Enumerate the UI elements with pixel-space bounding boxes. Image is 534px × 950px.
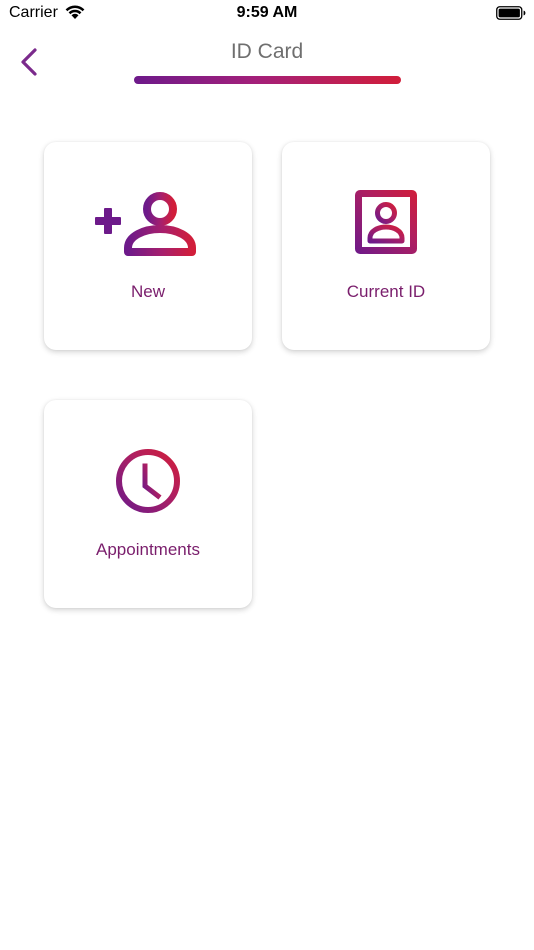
tile-new[interactable]: New xyxy=(44,142,252,350)
add-person-icon xyxy=(95,192,196,256)
tile-current-id[interactable]: Current ID xyxy=(282,142,490,350)
battery-icon xyxy=(496,6,526,20)
tile-appointments[interactable]: Appointments xyxy=(44,400,252,608)
page-title: ID Card xyxy=(230,40,304,63)
status-time: 9:59 AM xyxy=(236,4,298,21)
status-bar: Carrier 9:59 AM xyxy=(0,0,534,28)
title-underline xyxy=(134,76,401,84)
tile-current-id-label: Current ID xyxy=(346,282,426,301)
tile-new-label: New xyxy=(130,282,165,301)
id-portrait-icon xyxy=(355,190,417,254)
clock-icon xyxy=(116,449,180,513)
tile-appointments-label: Appointments xyxy=(96,540,200,559)
